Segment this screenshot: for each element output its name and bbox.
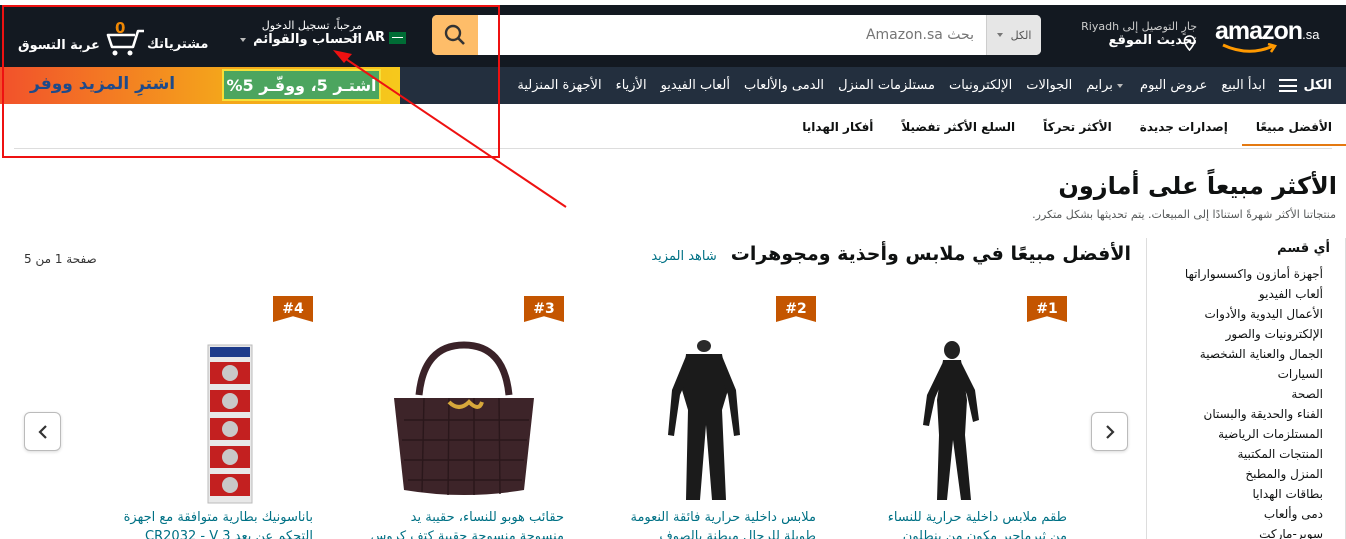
nav-item-home-supplies[interactable]: مستلزمات المنزل (838, 78, 935, 93)
product-image-handbag[interactable] (364, 340, 564, 505)
chevron-left-icon (37, 424, 47, 439)
search-category-label: الكل (1010, 28, 1032, 42)
cart-button[interactable]: عربة التسوق 0 (18, 19, 144, 59)
product-image-women-thermal[interactable] (867, 340, 1067, 505)
chevron-down-icon (239, 37, 246, 42)
sidebar-item-supermarket[interactable]: سوبر-ماركت (1185, 524, 1323, 539)
account-lists-label: الحساب والقوائم (253, 32, 362, 47)
nav-item-toys[interactable]: الدمى والألعاب (744, 78, 824, 93)
product-title-link[interactable]: باناسونيك بطارية متوافقة مع اجهزة التحكم… (113, 508, 313, 539)
cart-icon (106, 29, 144, 56)
cart-label: عربة التسوق (18, 38, 100, 53)
chevron-down-icon (1117, 83, 1124, 88)
sidebar-item-amazon-devices[interactable]: أجهزة أمازون واكسسواراتها (1185, 264, 1323, 284)
location-pin-icon (1183, 35, 1196, 51)
sidebar-item-video-games[interactable]: ألعاب الفيديو (1185, 284, 1323, 304)
chevron-right-icon (1105, 424, 1115, 439)
chevron-down-icon (996, 33, 1003, 37)
product-card[interactable]: #4 باناسونيك بطارية متوافقة مع اجهزة الت… (113, 296, 313, 539)
nav-item-prime[interactable]: برايم (1086, 78, 1126, 93)
rank-badge: #3 (524, 296, 564, 322)
nav-item-electronics[interactable]: الإلكترونيات (949, 78, 1012, 93)
promo-text: اشترِ المزيد ووفر (30, 74, 176, 94)
bestsellers-tabs: الأفضل مبيعًا إصدارات جديدة الأكثر تحركا… (0, 104, 1346, 149)
nav-item-mobiles[interactable]: الجوالات (1026, 78, 1072, 93)
rank-badge: #4 (273, 296, 313, 322)
product-title-link[interactable]: حقائب هوبو للنساء، حقيبة يد منسوجة منسوج… (364, 508, 564, 539)
department-sidebar: أي قسم أجهزة أمازون واكسسواراتها ألعاب ا… (1146, 238, 1346, 539)
deliver-to[interactable]: جارٍ التوصيل إلى Riyadh تحديث الموقع (1081, 20, 1197, 48)
search-icon (444, 24, 465, 45)
nav-item-start-selling[interactable]: ابدأ البيع (1221, 78, 1265, 93)
product-title-link[interactable]: طقم ملابس داخلية حرارية للنساء من ثيرماج… (867, 508, 1067, 539)
sidebar-item-garden[interactable]: الفناء والحديقة والبستان (1185, 404, 1323, 424)
deliver-label: جارٍ التوصيل إلى Riyadh (1081, 20, 1197, 33)
page-indicator: صفحة 1 من 5 (24, 252, 97, 266)
all-menu-label: الكل (1303, 78, 1332, 93)
product-title-link[interactable]: ملابس داخلية حرارية فائقة النعومة طويلة … (616, 508, 816, 539)
sidebar-item-sports[interactable]: المستلزمات الرياضية (1185, 424, 1323, 444)
tab-movers-shakers[interactable]: الأكثر تحركاً (1043, 120, 1112, 134)
nav-item-video-games[interactable]: ألعاب الفيديو (661, 78, 730, 93)
search-bar: الكل (432, 15, 1041, 55)
sidebar-item-crafts-tools[interactable]: الأعمال اليدوية والأدوات (1185, 304, 1324, 324)
sidebar-item-health[interactable]: الصحة (1185, 384, 1323, 404)
sidebar-heading: أي قسم (1277, 241, 1330, 256)
sidebar-item-home-kitchen[interactable]: المنزل والمطبخ (1185, 464, 1323, 484)
sign-in-greeting: مرحباً، تسجيل الدخول (261, 19, 362, 32)
smile-icon (1222, 43, 1277, 53)
saudi-flag-icon (389, 31, 407, 44)
sidebar-item-electronics[interactable]: الإلكترونيات والصور (1185, 324, 1323, 344)
promo-pill: اشتـر 5، ووفّـر 5% (222, 69, 381, 101)
sidebar-item-automotive[interactable]: السيارات (1185, 364, 1323, 384)
sidebar-item-gift-cards[interactable]: بطاقات الهدايا (1185, 484, 1324, 504)
orders-link[interactable]: مشترياتك (147, 37, 208, 52)
product-card[interactable]: #2 ملابس داخلية حرارية فائقة النعومة طوي… (616, 296, 816, 539)
see-more-link[interactable]: شاهد المزيد (651, 249, 716, 264)
all-menu-button[interactable]: الكل (1279, 78, 1332, 93)
search-category-dropdown[interactable]: الكل (986, 15, 1041, 55)
hamburger-icon (1279, 79, 1298, 92)
update-location: تحديث الموقع (1108, 33, 1197, 48)
sidebar-item-office[interactable]: المنتجات المكتبية (1185, 444, 1323, 464)
nav-item-appliances[interactable]: الأجهزة المنزلية (517, 78, 601, 93)
account-menu[interactable]: مرحباً، تسجيل الدخول الحساب والقوائم (228, 19, 362, 47)
nav-item-prime-label: برايم (1086, 78, 1113, 93)
carousel-prev-button[interactable] (24, 412, 61, 451)
product-card[interactable]: #3 حقائب هوبو للنساء، حقيبة يد منسوجة من… (364, 296, 564, 539)
nav-items: الكل ابدأ البيع عروض اليوم برايم الجوالا… (517, 67, 1332, 104)
tab-new-releases[interactable]: إصدارات جديدة (1140, 120, 1228, 134)
rank-badge: #2 (776, 296, 816, 322)
page-subtitle: منتجاتنا الأكثر شهرةً استنادًا إلى المبي… (1032, 208, 1336, 221)
tab-best-sellers[interactable]: الأفضل مبيعًا (1241, 120, 1346, 146)
section-title: الأفضل مبيعًا في ملابس وأحذية ومجوهرات (730, 243, 1131, 265)
rank-badge: #1 (1027, 296, 1067, 322)
sidebar-item-beauty[interactable]: الجمال والعناية الشخصية (1185, 344, 1323, 364)
tab-gift-ideas[interactable]: أفكار الهدايا (802, 120, 873, 134)
nav-item-todays-deals[interactable]: عروض اليوم (1140, 78, 1207, 93)
search-button[interactable] (432, 15, 478, 55)
tab-most-wished[interactable]: السلع الأكثر تفضيلاً (901, 120, 1015, 134)
divider (14, 148, 1332, 149)
product-card[interactable]: #1 طقم ملابس داخلية حرارية للنساء من ثير… (867, 296, 1067, 539)
product-image-panasonic-battery[interactable] (113, 340, 313, 505)
amazon-logo[interactable]: amazon.sa (1215, 17, 1319, 53)
carousel-next-button[interactable] (1091, 412, 1128, 451)
section-header: الأفضل مبيعًا في ملابس وأحذية ومجوهرات ش… (651, 243, 1131, 265)
sidebar-item-toys[interactable]: دمى وألعاب (1185, 504, 1323, 524)
promo-banner[interactable]: اشتـر 5، ووفّـر 5% اشترِ المزيد ووفر (0, 67, 400, 104)
product-image-men-thermal[interactable] (616, 340, 816, 505)
page-title: الأكثر مبيعاً على أمازون (1058, 172, 1337, 200)
top-header: amazon.sa جارٍ التوصيل إلى Riyadh تحديث … (0, 0, 1346, 67)
search-input[interactable] (478, 15, 986, 55)
language-label: AR (365, 30, 386, 45)
nav-item-fashion[interactable]: الأزياء (616, 78, 647, 93)
divider (1146, 238, 1147, 539)
